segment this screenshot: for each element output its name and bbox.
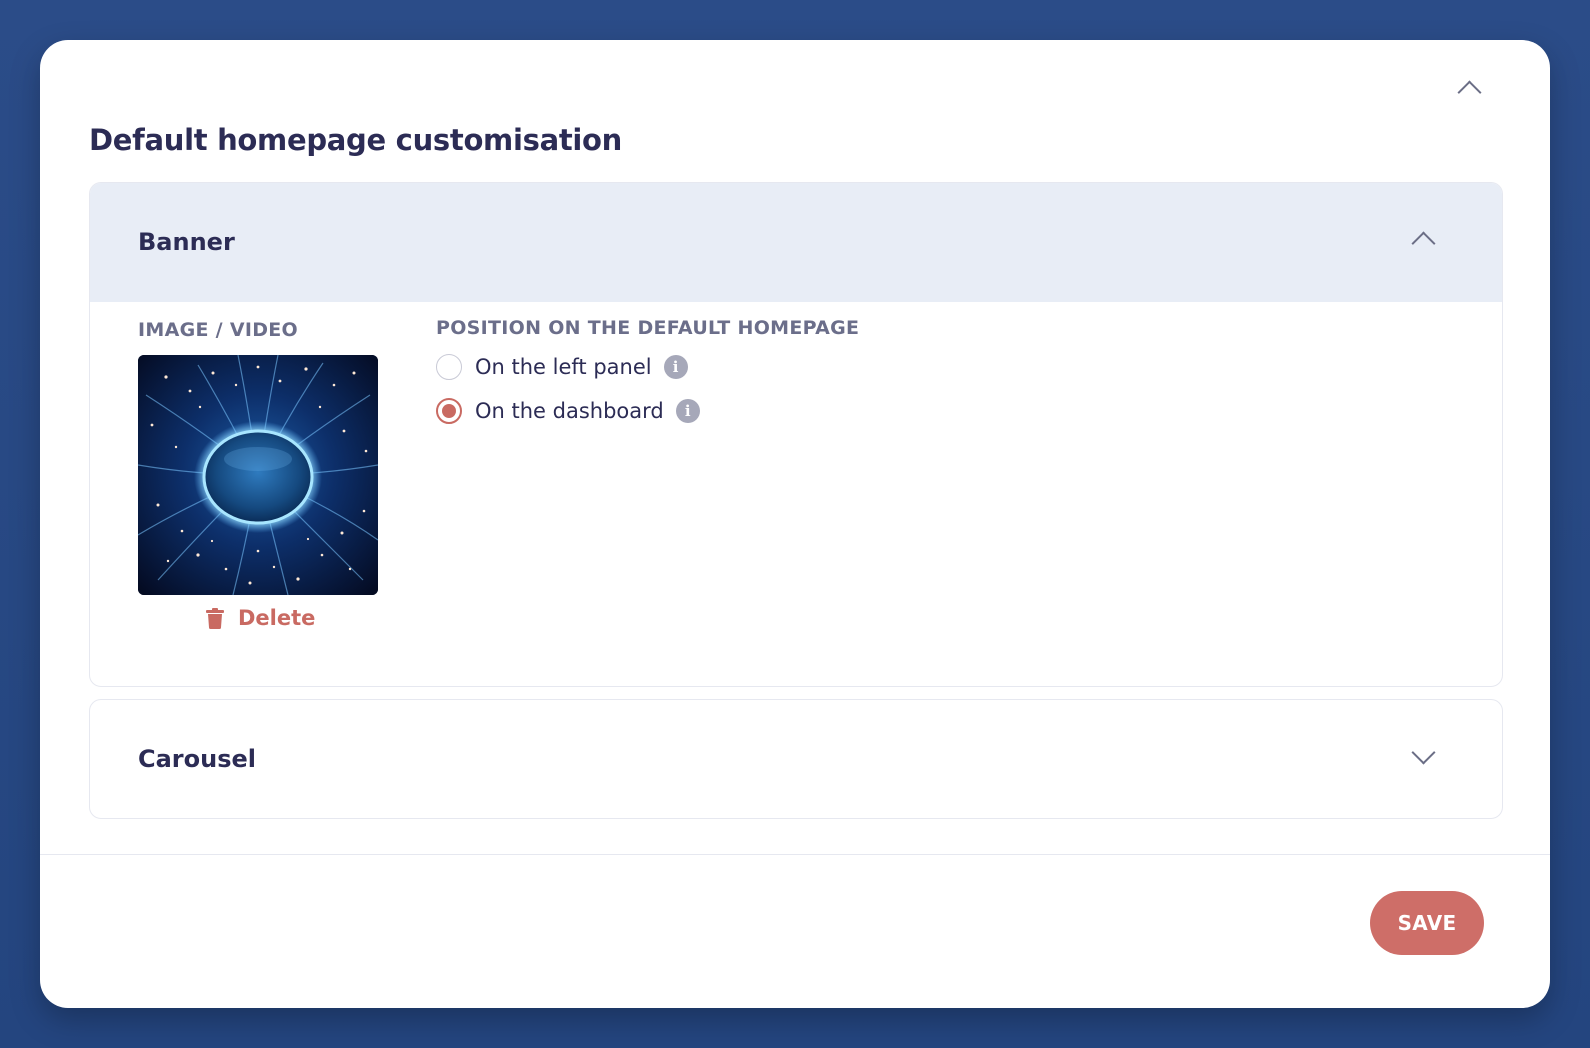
card-title: Default homepage customisation — [89, 123, 623, 157]
radio-left-panel[interactable] — [436, 354, 462, 380]
chevron-down-icon[interactable] — [1411, 740, 1436, 765]
homepage-customisation-card: Default homepage customisation Banner IM… — [40, 40, 1550, 1008]
chevron-up-icon[interactable] — [1457, 80, 1482, 105]
radio-option-dashboard[interactable]: On the dashboard i — [436, 396, 700, 426]
carousel-title: Carousel — [138, 745, 257, 773]
banner-panel: Banner IMAGE / VIDEO Delete POSITION ON … — [89, 182, 1503, 687]
media-section-label: IMAGE / VIDEO — [138, 319, 299, 341]
radio-dashboard[interactable] — [436, 398, 462, 424]
radio-option-left-panel[interactable]: On the left panel i — [436, 352, 688, 382]
position-section-label: POSITION ON THE DEFAULT HOMEPAGE — [436, 317, 860, 339]
info-icon[interactable]: i — [663, 355, 688, 379]
chevron-up-icon[interactable] — [1411, 231, 1436, 256]
delete-label: Delete — [238, 606, 316, 630]
save-button[interactable]: SAVE — [1370, 891, 1484, 955]
banner-title: Banner — [138, 228, 235, 256]
banner-media-thumbnail[interactable] — [138, 355, 378, 595]
delete-media-button[interactable]: Delete — [206, 603, 315, 633]
info-icon[interactable]: i — [675, 399, 700, 423]
banner-panel-header[interactable]: Banner — [90, 183, 1502, 302]
trash-icon — [206, 607, 224, 629]
radio-label-left-panel: On the left panel — [475, 355, 652, 379]
radio-label-dashboard: On the dashboard — [475, 399, 664, 423]
carousel-panel[interactable]: Carousel — [89, 699, 1503, 819]
banner-media-image — [138, 355, 378, 595]
footer-divider — [40, 854, 1550, 855]
